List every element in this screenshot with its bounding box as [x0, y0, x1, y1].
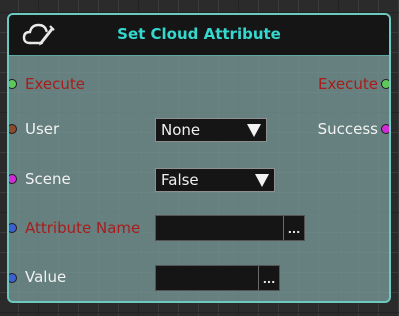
attribute-name-browse-button[interactable]: ...: [283, 216, 304, 240]
attribute-name-label: Attribute Name: [25, 219, 141, 237]
scene-dropdown[interactable]: False: [155, 168, 275, 192]
attribute-name-input[interactable]: ...: [155, 215, 305, 241]
user-pin[interactable]: [9, 124, 17, 134]
chevron-down-icon: [255, 174, 269, 187]
execute-in-label: Execute: [25, 75, 85, 93]
set-cloud-attribute-node[interactable]: Set Cloud Attribute Execute Execute User…: [7, 13, 391, 303]
user-label: User: [25, 120, 60, 138]
user-dropdown-value: None: [161, 121, 201, 139]
scene-pin[interactable]: [9, 174, 17, 184]
user-dropdown[interactable]: None: [155, 118, 267, 142]
success-label: Success: [317, 120, 378, 138]
scene-label: Scene: [25, 170, 71, 188]
value-input[interactable]: ...: [155, 265, 280, 291]
node-title: Set Cloud Attribute: [117, 25, 281, 43]
value-label: Value: [25, 268, 67, 286]
execute-in-pin[interactable]: [9, 79, 17, 89]
execute-out-label: Execute: [318, 75, 378, 93]
value-browse-button[interactable]: ...: [258, 266, 279, 290]
success-pin[interactable]: [381, 124, 389, 134]
node-header[interactable]: Set Cloud Attribute: [9, 15, 389, 56]
chevron-down-icon: [247, 124, 261, 137]
value-pin[interactable]: [9, 273, 17, 283]
execute-out-pin[interactable]: [381, 79, 389, 89]
attribute-name-pin[interactable]: [9, 223, 17, 233]
scene-dropdown-value: False: [161, 171, 199, 189]
